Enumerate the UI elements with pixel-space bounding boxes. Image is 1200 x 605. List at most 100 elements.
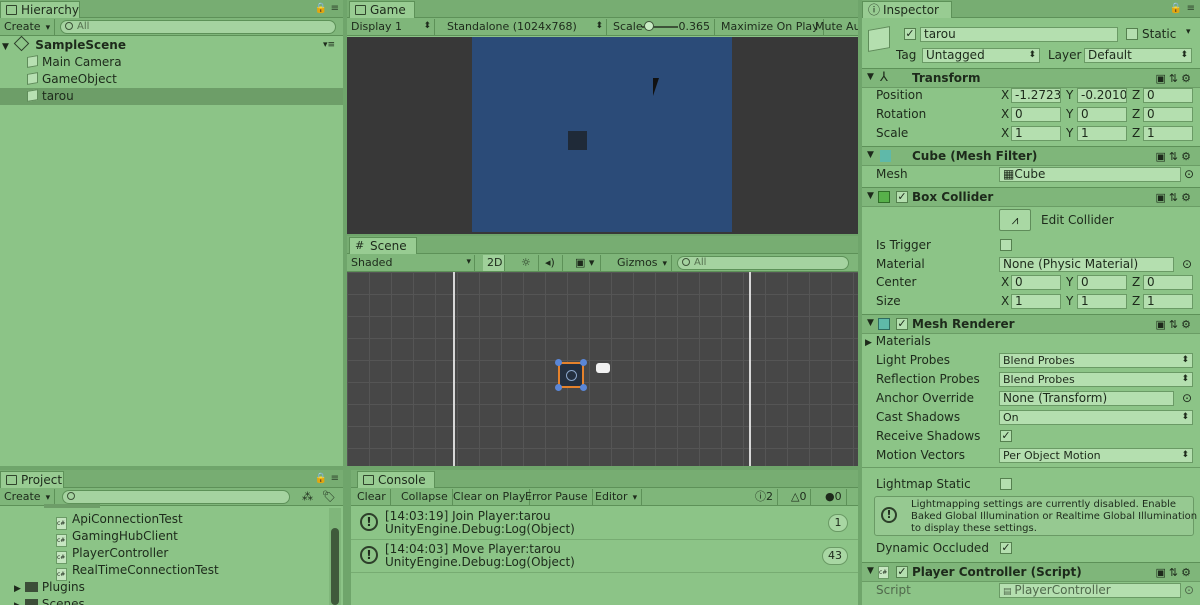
create-button[interactable]: Create [0,19,56,35]
is-trigger-checkbox[interactable] [1000,239,1012,251]
2d-toggle[interactable]: 2D [483,255,505,271]
fold-arrow-icon[interactable]: ▼ [867,191,874,201]
menu-icon[interactable]: ≡ [331,3,339,14]
menu-icon[interactable]: ≡ [1187,3,1195,14]
reflection-probes-select[interactable]: Blend Probes [999,372,1193,387]
mesh-renderer-enabled-checkbox[interactable]: ✓ [896,318,908,330]
scene-menu-icon[interactable]: ▾≡ [323,37,335,54]
object-picker-icon[interactable]: ⊙ [1182,391,1192,405]
anchor-override-field[interactable]: None (Transform) [999,391,1174,406]
handle-dot[interactable] [580,359,587,366]
error-filter-toggle[interactable]: ●0 [821,489,847,505]
box-collider-header[interactable]: ▼ ✓ Box Collider ▣⇅⚙ [862,187,1200,207]
tab-project[interactable]: Project [0,471,64,488]
project-folder-scenes[interactable]: ▶ Scenes [0,596,343,605]
physic-material-field[interactable]: None (Physic Material) [999,257,1174,272]
selected-cube-gizmo[interactable] [555,359,587,391]
scale-z-input[interactable]: 1 [1143,126,1193,141]
static-checkbox[interactable] [1126,28,1138,40]
maximize-on-play-toggle[interactable]: Maximize On Play [717,19,824,35]
lock-icon[interactable]: 🔒 [1170,3,1182,14]
handle-dot[interactable] [580,384,587,391]
expand-arrow-icon[interactable]: ▶ [14,584,21,594]
object-picker-icon[interactable]: ⊙ [1184,167,1194,181]
receive-shadows-checkbox[interactable]: ✓ [1000,430,1012,442]
clear-button[interactable]: Clear [353,489,391,505]
resolution-select[interactable]: Standalone (1024x768) ⬍ [443,19,607,35]
lock-icon[interactable]: 🔒 [315,473,327,484]
fold-arrow-icon[interactable]: ▼ [867,566,874,576]
expand-arrow-icon[interactable]: ▶ [865,338,872,348]
mesh-filter-header[interactable]: ▼ Cube (Mesh Filter) ▣⇅⚙ [862,146,1200,166]
size-x-input[interactable]: 1 [1011,294,1061,309]
center-y-input[interactable]: 0 [1077,275,1127,290]
handle-dot[interactable] [555,359,562,366]
handle-dot[interactable] [555,384,562,391]
shading-select[interactable]: Shaded ▾ [347,255,475,271]
fold-arrow-icon[interactable]: ▼ [867,150,874,160]
effects-toggle[interactable]: ▣ ▾ [571,255,601,271]
expand-arrow-icon[interactable]: ▼ [2,42,9,52]
scale-y-input[interactable]: 1 [1077,126,1127,141]
layer-select[interactable]: Default [1084,48,1192,63]
lock-icon[interactable]: 🔒 [315,3,327,14]
center-x-input[interactable]: 0 [1011,275,1061,290]
position-y-input[interactable]: -0.2010 [1077,88,1127,103]
scale-x-input[interactable]: 1 [1011,126,1061,141]
filter-by-label-icon[interactable]: 🏷 [318,489,340,505]
game-screen[interactable] [472,37,732,232]
size-z-input[interactable]: 1 [1143,294,1193,309]
editor-dropdown[interactable]: Editor [591,489,643,505]
scene-search-input[interactable]: All [677,256,849,270]
warning-filter-toggle[interactable]: △0 [787,489,812,505]
audio-toggle[interactable]: ◂) [541,255,563,271]
error-pause-toggle[interactable]: Error Pause [521,489,593,505]
console-log-row[interactable]: ! [14:04:03] Move Player:tarou UnityEngi… [351,540,858,573]
tab-scene[interactable]: # Scene [349,237,417,254]
game-viewport[interactable] [347,37,858,234]
display-select[interactable]: Display 1 ⬍ [347,19,435,35]
edit-collider-button[interactable]: ⩘ [999,209,1031,231]
hierarchy-item-gameobject[interactable]: GameObject [0,71,343,88]
project-item[interactable]: c# PlayerController [0,545,343,564]
tag-select[interactable]: Untagged [922,48,1040,63]
center-z-input[interactable]: 0 [1143,275,1193,290]
object-name-input[interactable]: tarou [920,27,1118,42]
tab-inspector[interactable]: ⓘ Inspector [862,1,952,18]
mesh-renderer-header[interactable]: ▼ ✓ Mesh Renderer ▣⇅⚙ [862,314,1200,334]
scale-thumb[interactable] [644,21,654,31]
rotation-z-input[interactable]: 0 [1143,107,1193,122]
component-settings-icons[interactable]: ▣⇅⚙ [1156,150,1194,163]
position-z-input[interactable]: 0 [1143,88,1193,103]
component-settings-icons[interactable]: ▣⇅⚙ [1156,566,1194,579]
cast-shadows-select[interactable]: On [999,410,1193,425]
tab-console[interactable]: Console [357,471,435,488]
box-collider-enabled-checkbox[interactable]: ✓ [896,191,908,203]
clear-on-play-toggle[interactable]: Clear on Play [449,489,531,505]
active-checkbox[interactable]: ✓ [904,28,916,40]
project-scrollbar-thumb[interactable] [331,528,339,605]
mesh-object-field[interactable]: ▦Cube [999,167,1181,182]
tab-game[interactable]: Game [349,1,415,18]
gizmos-dropdown[interactable]: Gizmos [613,255,673,271]
scale-slider[interactable]: Scale 0.365 [609,19,715,35]
transform-header[interactable]: ▼ ⅄ Transform ▣⇅⚙ [862,68,1200,88]
mute-audio-toggle[interactable]: Mute Au [811,19,858,35]
menu-icon[interactable]: ≡ [331,473,339,484]
dynamic-occluded-checkbox[interactable]: ✓ [1000,542,1012,554]
rotation-x-input[interactable]: 0 [1011,107,1061,122]
player-controller-enabled-checkbox[interactable]: ✓ [896,566,908,578]
project-folder-plugins[interactable]: ▶ Plugins [0,579,343,596]
size-y-input[interactable]: 1 [1077,294,1127,309]
camera-gizmo-icon[interactable] [596,363,610,373]
rotation-y-input[interactable]: 0 [1077,107,1127,122]
static-dropdown-icon[interactable]: ▾ [1186,27,1191,37]
hierarchy-item-tarou[interactable]: tarou [0,88,343,105]
project-item[interactable]: c# GamingHubClient [0,528,343,547]
fold-arrow-icon[interactable]: ▼ [867,318,874,328]
project-item[interactable]: c# RealTimeConnectionTest [0,562,343,581]
component-settings-icons[interactable]: ▣⇅⚙ [1156,72,1194,85]
motion-vectors-select[interactable]: Per Object Motion [999,448,1193,463]
object-picker-icon[interactable]: ⊙ [1182,257,1192,271]
filter-by-type-icon[interactable]: ⁂ [298,489,317,505]
